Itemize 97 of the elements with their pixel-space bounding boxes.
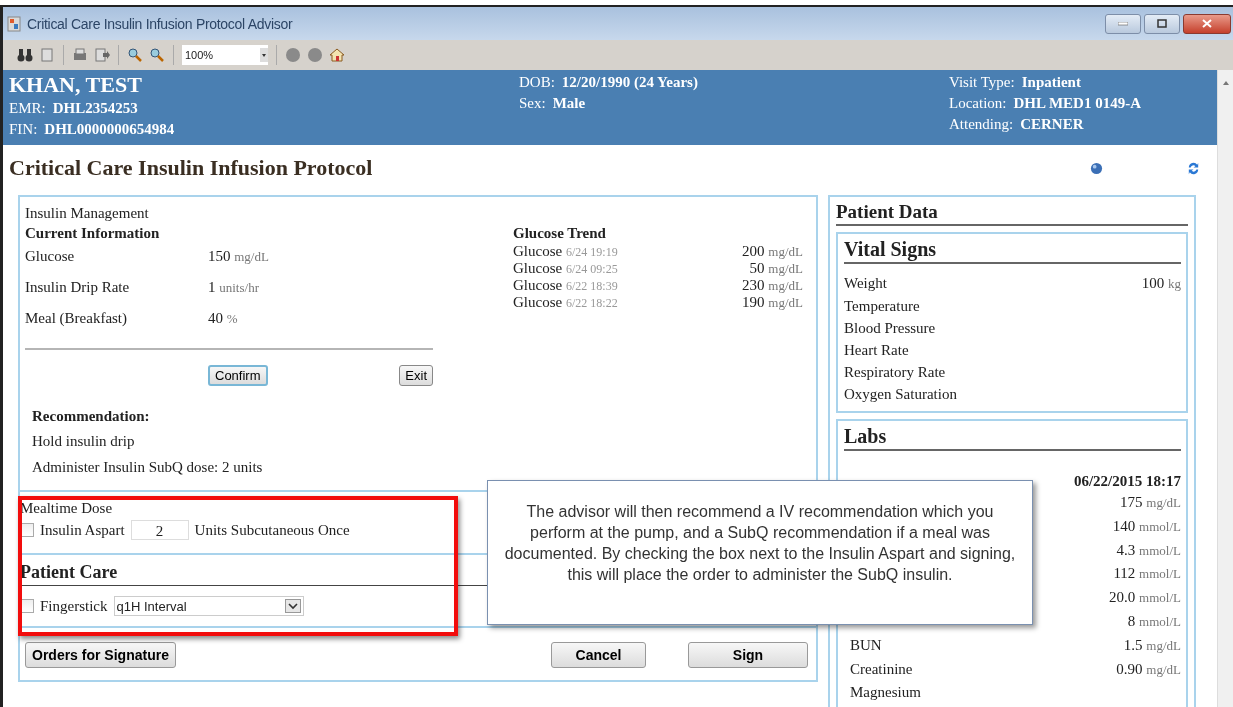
action-button[interactable]: Orders for Signature: [25, 642, 176, 668]
close-icon: [1202, 19, 1212, 28]
interval-dropdown[interactable]: q1H Interval: [113, 596, 304, 616]
recommendation-text: Administer Insulin SubQ dose: 2 units: [32, 458, 264, 477]
info-label: Insulin Drip Rate: [25, 278, 131, 297]
panel-heading: Patient Data: [836, 200, 1188, 226]
drug-label: Insulin Aspart: [40, 521, 125, 539]
row-label: Respiratory Rate: [844, 363, 946, 382]
order-label: Fingerstick: [40, 597, 108, 615]
field-value: Male: [552, 95, 586, 111]
row-label: BUN: [850, 635, 882, 655]
action-button[interactable]: Sign: [688, 642, 808, 668]
field-label: FIN:: [9, 121, 38, 137]
home-icon[interactable]: [329, 47, 345, 63]
reading-label: Glucose: [513, 243, 564, 260]
maximize-button[interactable]: [1144, 13, 1180, 34]
action-button[interactable]: Exit: [399, 365, 433, 386]
action-button[interactable]: Confirm: [208, 365, 268, 386]
field-value: Inpatient: [1021, 74, 1081, 90]
row-label: Temperature: [844, 297, 920, 316]
reading-time: 6/24 09:25: [566, 261, 619, 278]
window-title: Critical Care Insulin Infusion Protocol Advisor: [27, 15, 293, 32]
reading-time: 6/22 18:39: [566, 278, 619, 295]
page-title: Critical Care Insulin Infusion Protocol: [9, 155, 374, 181]
patient-name: KHAN, TEST: [9, 72, 143, 98]
forward-icon[interactable]: [307, 47, 323, 63]
row-value: 140 mmol/L: [1112, 516, 1181, 536]
callout-tooltip: The advisor will then recommend a IV recommendation which you perform at the pump, and a SubQ recommendation if a meal was documented. By checking the box next to the Insulin Aspart and signing, this will place the order to administer the SubQ insulin.: [487, 480, 1033, 625]
dose-field[interactable]: 2: [130, 520, 189, 540]
row-value: 4.3 mmol/L: [1116, 540, 1181, 560]
action-button[interactable]: Cancel: [551, 642, 646, 668]
reading-label: Glucose: [513, 294, 564, 311]
row-label: Magnesium: [850, 683, 921, 703]
caret-icon: [284, 599, 301, 613]
field-label: Sex:: [519, 95, 546, 111]
minimize-icon: [1118, 21, 1128, 26]
row-label: Oxygen Saturation: [844, 385, 957, 404]
field-label: Location:: [949, 95, 1007, 111]
close-button[interactable]: [1183, 13, 1231, 34]
row-value: 8 mmol/L: [1127, 612, 1181, 631]
field-label: DOB:: [519, 74, 555, 90]
row-value: 100 kg: [1141, 274, 1181, 293]
binoculars-icon[interactable]: [17, 47, 33, 63]
info-value: 40 %: [208, 309, 238, 328]
row-value: 20.0 mmol/L: [1109, 588, 1181, 608]
row-value: 175 mg/dL: [1120, 493, 1181, 512]
row-value: 112 mmol/L: [1113, 564, 1181, 584]
section-title: Insulin Management: [25, 204, 150, 223]
section-title: Mealtime Dose: [20, 499, 113, 518]
zoom-in-icon[interactable]: [127, 47, 143, 63]
info-value: 1 units/hr: [208, 278, 259, 297]
scrollbar[interactable]: [1217, 70, 1233, 707]
refresh-icon[interactable]: [1186, 160, 1201, 176]
zoom-dropdown[interactable]: 100%: [182, 45, 268, 65]
recommendation-text: Hold insulin drip: [32, 432, 136, 451]
field-value: DHL MED1 0149-A: [1013, 95, 1141, 111]
info-label: Glucose: [25, 247, 76, 266]
section-heading: Current Information: [25, 224, 161, 243]
reading-value: 190 mg/dL: [742, 294, 803, 311]
card-heading: Vital Signs: [844, 236, 1181, 264]
field-value: CERNER: [1020, 116, 1084, 132]
row-label: Blood Pressure: [844, 319, 936, 338]
field-value: DHL2354253: [52, 100, 138, 116]
help-icon[interactable]: [1090, 161, 1103, 175]
field-value: DHL0000000654984: [44, 121, 175, 137]
app-icon: [7, 15, 21, 32]
minimize-button[interactable]: [1105, 13, 1141, 34]
scroll-up-icon[interactable]: [1221, 80, 1230, 86]
info-value: 150 mg/dL: [208, 247, 269, 266]
reading-time: 6/22 18:22: [566, 295, 619, 312]
reading-label: Glucose: [513, 260, 564, 277]
field-label: EMR:: [9, 100, 46, 116]
caret-icon: [260, 48, 268, 62]
lab-datetime: 06/22/2015 18:17: [1073, 472, 1181, 491]
row-label: Weight: [844, 274, 887, 293]
row-label: Heart Rate: [844, 341, 909, 360]
row-value: 1.5 mg/dL: [1123, 635, 1181, 655]
printer-icon[interactable]: [72, 47, 88, 63]
dose-instructions: Units Subcutaneous Once: [194, 521, 350, 539]
field-value: 12/20/1990 (24 Years): [561, 74, 698, 90]
zoom-out-icon[interactable]: [149, 47, 165, 63]
card-heading: Labs: [844, 423, 1181, 451]
maximize-icon: [1157, 19, 1167, 28]
row-value: 0.90 mg/dL: [1116, 659, 1181, 679]
reading-value: 200 mg/dL: [742, 243, 803, 260]
field-label: Visit Type:: [949, 74, 1015, 90]
row-label: Creatinine: [850, 659, 913, 679]
reading-value: 230 mg/dL: [742, 277, 803, 294]
recommendation-heading: Recommendation:: [32, 407, 151, 426]
export-icon[interactable]: [94, 47, 110, 63]
reading-label: Glucose: [513, 277, 564, 294]
section-heading: Glucose Trend: [513, 224, 607, 243]
field-label: Attending:: [949, 116, 1014, 132]
back-icon[interactable]: [285, 47, 301, 63]
reading-value: 50 mg/dL: [749, 260, 803, 277]
info-label: Meal (Breakfast): [25, 309, 129, 328]
reading-time: 6/24 19:19: [566, 244, 619, 261]
